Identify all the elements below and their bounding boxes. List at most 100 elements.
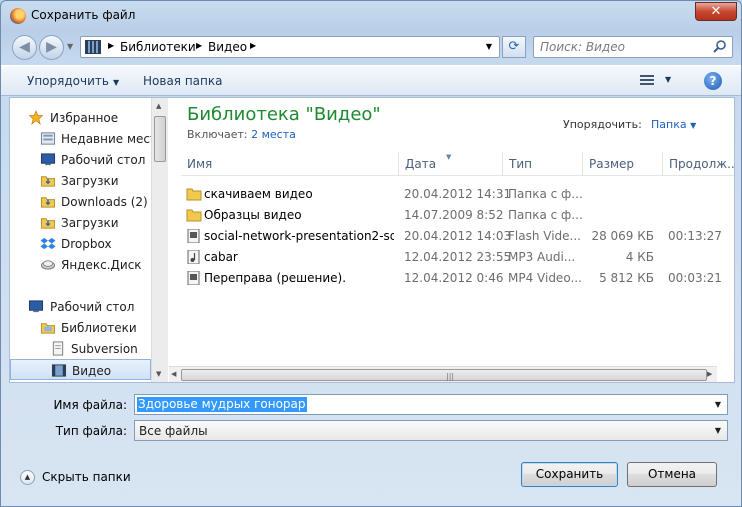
dropbox-icon (40, 237, 56, 250)
file-list-scroll-thumb[interactable]: ||| (181, 369, 707, 381)
sidebar-item-downloads[interactable]: Загрузки (10, 170, 151, 191)
search-icon[interactable] (712, 39, 728, 55)
forward-button[interactable]: ▶ (39, 35, 64, 60)
file-type: Flash Vide... (508, 229, 581, 243)
file-size: 4 КБ (625, 250, 654, 264)
file-date: 12.04.2012 0:46 (404, 271, 504, 285)
file-list-horizontal-scrollbar[interactable]: ◀ ||| ▶ (169, 366, 717, 382)
file-name: скачиваем видео (204, 187, 313, 201)
file-type: MP4 Video... (508, 271, 582, 285)
breadcrumb-separator-icon[interactable]: ▶ (250, 41, 256, 50)
search-input[interactable]: Поиск: Видео (533, 36, 733, 58)
organize-label: Упорядочить (27, 74, 109, 88)
sidebar-item-libraries[interactable]: Библиотеки (10, 317, 151, 338)
sidebar-vertical-scrollbar[interactable]: ▲ ▼ (151, 98, 168, 382)
libraries-icon (40, 323, 56, 334)
sidebar-item-desktop[interactable]: Рабочий стол (10, 149, 151, 170)
table-row[interactable]: Образцы видео 14.07.2009 8:52 Папка с ф.… (181, 205, 734, 226)
column-header-name[interactable]: Имя (181, 152, 398, 176)
sidebar-item-subversion[interactable]: Subversion (10, 338, 151, 359)
sidebar-item-label: Загрузки (61, 216, 119, 230)
breadcrumb-video[interactable]: Видео (208, 40, 247, 54)
filename-dropdown-icon[interactable]: ▼ (711, 397, 725, 412)
file-date: 14.07.2009 8:52 (404, 208, 504, 222)
sidebar-item-downloads-3[interactable]: Загрузки (10, 212, 151, 233)
document-icon (52, 341, 64, 356)
file-name: social-network-presentation2-sd.... (204, 229, 394, 243)
scroll-down-icon[interactable]: ▼ (156, 370, 161, 378)
command-toolbar: Упорядочить ▼ Новая папка ▼ ? (1, 65, 741, 96)
table-row[interactable]: cabar 12.04.2012 23:55 MP3 Audi... 4 КБ (181, 247, 734, 268)
video-library-icon (51, 364, 67, 377)
column-header-duration[interactable]: Продолж... (662, 152, 734, 176)
view-dropdown-icon[interactable]: ▼ (665, 75, 671, 84)
filetype-label: Тип файла: (55, 424, 127, 438)
sidebar-item-label: Subversion (71, 342, 138, 356)
table-row[interactable]: Переправа (решение). 12.04.2012 0:46 MP4… (181, 268, 734, 289)
view-options-icon[interactable] (640, 75, 654, 87)
includes-locations-link[interactable]: 2 места (251, 128, 296, 141)
video-file-icon (187, 271, 200, 285)
filename-value: Здоровье мудрых гонорар (137, 397, 307, 412)
folder-icon (186, 188, 202, 201)
audio-file-icon (187, 250, 200, 264)
help-icon[interactable]: ? (704, 72, 722, 90)
sidebar-item-yandex-disk[interactable]: Яндекс.Диск (10, 254, 151, 275)
sidebar-item-video[interactable]: Видео (10, 359, 151, 380)
file-size: 28 069 КБ (591, 229, 654, 243)
sidebar-scroll-thumb[interactable] (154, 116, 166, 162)
sidebar-item-label: Рабочий стол (61, 153, 146, 167)
arrange-by-dropdown[interactable]: Папка ▼ (651, 118, 696, 131)
back-button[interactable]: ◀ (12, 35, 37, 60)
sidebar-item-downloads-2[interactable]: Downloads (2) (10, 191, 151, 212)
recent-places-icon (40, 132, 56, 145)
address-bar[interactable]: ▶ Библиотеки ▶ Видео ▶ ▼ (80, 36, 500, 58)
recent-pages-chevron-icon[interactable]: ▼ (67, 42, 73, 51)
breadcrumb-libraries[interactable]: Библиотеки (120, 40, 196, 54)
scroll-right-icon[interactable]: ▶ (707, 370, 712, 378)
refresh-icon: ⟳ (508, 39, 520, 54)
column-header: Имя Дата Тип Размер Продолж... (181, 152, 734, 176)
new-folder-button[interactable]: Новая папка (143, 74, 222, 88)
sidebar-item-recent-places[interactable]: Недавние места (10, 128, 151, 149)
sidebar-item-desktop-root[interactable]: Рабочий стол (10, 296, 151, 317)
hide-folders-button[interactable]: Скрыть папки (42, 470, 131, 484)
filetype-select[interactable]: Все файлы ▼ (134, 420, 728, 441)
cancel-button[interactable]: Отмена (627, 462, 717, 487)
arrange-by-label: Упорядочить: (563, 118, 642, 131)
file-name: Переправа (решение). (204, 271, 347, 285)
table-row[interactable]: скачиваем видео 20.04.2012 14:31 Папка с… (181, 184, 734, 205)
breadcrumb-separator-icon[interactable]: ▶ (196, 41, 202, 50)
sidebar-item-label: Рабочий стол (50, 300, 135, 314)
folder-icon (186, 209, 202, 222)
column-header-size[interactable]: Размер (582, 152, 662, 176)
sidebar-item-label: Dropbox (61, 237, 112, 251)
library-includes: Включает: 2 места (187, 128, 296, 141)
sidebar-item-label: Библиотеки (61, 321, 137, 335)
yandex-disk-icon (40, 260, 56, 270)
sidebar-item-favorites[interactable]: Избранное (10, 107, 151, 128)
filename-field[interactable]: Здоровье мудрых гонорар ▼ (134, 394, 728, 415)
arrange-by-value: Папка (651, 118, 687, 131)
sidebar-item-dropbox[interactable]: Dropbox (10, 233, 151, 254)
table-row[interactable]: social-network-presentation2-sd.... 20.0… (181, 226, 734, 247)
organize-button[interactable]: Упорядочить ▼ (27, 74, 119, 88)
scroll-left-icon[interactable]: ◀ (171, 370, 176, 378)
file-size: 5 812 КБ (599, 271, 654, 285)
filetype-value: Все файлы (139, 424, 208, 438)
scroll-grip-icon: ||| (446, 372, 455, 381)
file-date: 20.04.2012 14:03 (404, 229, 512, 243)
filetype-dropdown-icon[interactable]: ▼ (711, 423, 725, 438)
column-header-type[interactable]: Тип (502, 152, 582, 176)
save-file-dialog: Сохранить файл ✕ ◀ ▶ ▼ ▶ Библиотеки ▶ Ви… (0, 0, 742, 507)
refresh-button[interactable]: ⟳ (502, 36, 526, 58)
collapse-up-icon[interactable]: ▲ (20, 470, 35, 485)
navigation-pane: Избранное Недавние места Рабочий стол За… (10, 98, 151, 382)
breadcrumb-separator-icon[interactable]: ▶ (108, 41, 114, 50)
address-dropdown-icon[interactable]: ▼ (481, 39, 497, 55)
scroll-up-icon[interactable]: ▲ (156, 102, 161, 110)
sort-indicator-icon: ▼ (446, 153, 452, 161)
save-button[interactable]: Сохранить (521, 462, 618, 487)
sidebar-item-label: Яндекс.Диск (61, 258, 142, 272)
close-button[interactable]: ✕ (695, 2, 737, 21)
